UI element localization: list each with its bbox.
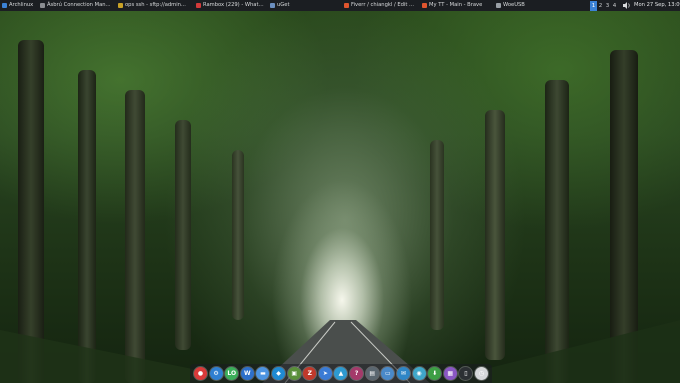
rambox-icon [196,3,201,8]
taskbar-item-archlinux[interactable]: Archlinux [0,0,38,11]
terminal-icon [2,3,7,8]
mountain-app-icon[interactable]: ▲ [334,367,348,380]
taskbar-item-uget[interactable]: uGet [268,0,342,11]
usb-icon [496,3,501,8]
top-panel: Archlinux Ásbrú Connection Man... ops ss… [0,0,680,11]
uget-icon [270,3,275,8]
forest-road [0,320,680,383]
filezilla-icon[interactable]: Z [303,367,317,380]
workspace-3[interactable]: 3 [604,1,611,11]
download-icon[interactable]: ⬇ [428,367,442,380]
taskbar-item-my-tt[interactable]: My TT - Main - Brave [420,0,494,11]
taskbar-item-rambox[interactable]: Rambox (229) - Whats... [194,0,268,11]
taskbar-item-ops-ssh[interactable]: ops ssh - sftp://admin... [116,0,194,11]
terminal-icon[interactable]: ▯ [459,367,473,380]
taskbar-item-woeusb[interactable]: WoeUSB [494,0,558,11]
writer-icon[interactable]: W [240,367,254,380]
drive-icon[interactable]: ▤ [365,367,379,380]
folder-icon[interactable]: ▬ [256,367,270,380]
brave-icon [422,3,427,8]
pinterest-like-red-icon[interactable]: ● [194,367,207,380]
vscode-icon[interactable]: ◆ [272,367,286,380]
workspace-2[interactable]: 2 [597,1,604,11]
disk-icon[interactable]: ◉ [412,367,426,380]
image-viewer-icon[interactable]: ▣ [287,367,301,380]
workspace-1[interactable]: 1 [590,0,597,11]
libreoffice-icon[interactable]: LO [225,367,239,380]
workspace-switcher: 1 2 3 4 [590,0,618,11]
window-app-icon[interactable]: ▭ [381,367,395,380]
monitor-icon[interactable]: ▦ [443,367,457,380]
clock[interactable]: Mon 27 Sep, 13:09 [634,0,680,11]
folder-icon [118,3,123,8]
application-dock: ● ⚙ LO W ▬ ◆ ▣ Z ➤ ▲? ▤ ▭ ✉ ◉ ⬇ ▦ ▯ ◷ [190,364,492,383]
mail-icon[interactable]: ✉ [396,367,410,380]
brave-icon [344,3,349,8]
system-tray: Mon 27 Sep, 13:09 [623,0,680,11]
clock-icon[interactable]: ◷ [474,367,488,380]
desktop-wallpaper [0,0,680,383]
taskbar-item-asbru[interactable]: Ásbrú Connection Man... [38,0,116,11]
workspace-4[interactable]: 4 [611,1,618,11]
volume-icon[interactable] [623,2,631,9]
arrow-app-icon[interactable]: ➤ [318,367,332,380]
settings-icon[interactable]: ⚙ [209,367,223,380]
taskbar-item-fiverr[interactable]: Fiverr / chiangkl / Edit ... [342,0,420,11]
help-icon[interactable]: ? [350,367,364,380]
asbru-icon [40,3,45,8]
